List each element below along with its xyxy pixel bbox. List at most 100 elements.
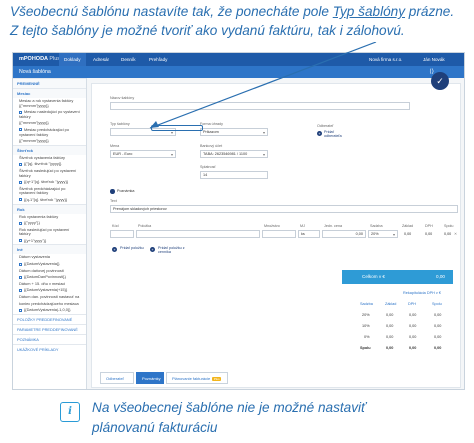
vat-tax: 0,00 — [409, 335, 417, 339]
vat-base: 0,00 — [386, 324, 394, 328]
tab-planovanie[interactable]: Plánovanie fakturácie Plus — [166, 372, 228, 384]
sidebar-link-parametre[interactable]: PARAMETRE PREDDEFINOVANÉ — [13, 323, 86, 334]
vat-base: 0,00 — [386, 335, 394, 339]
vat-rate: 10% — [362, 324, 370, 328]
vat-rate: 0% — [364, 335, 370, 339]
item-mnozstvo-input[interactable] — [262, 230, 296, 238]
caption-line2: Z tejto šablóny je možné tvoriť ako vyda… — [10, 23, 405, 38]
copy-icon[interactable] — [19, 198, 22, 202]
list-item: Mesiac a rok vystavenia faktúry {{"mmmm"… — [19, 98, 74, 108]
nav-adresar[interactable]: Adresár — [88, 53, 114, 66]
tab-odberatel[interactable]: Odberateľ — [100, 372, 134, 384]
sidebar-group-rok: Rok — [13, 203, 86, 214]
tab-poznamky[interactable]: Poznámky — [136, 372, 164, 384]
vat-tax: 0,00 — [409, 324, 417, 328]
list-item: koniec predchádzajúceho mesiaca — [19, 300, 79, 306]
list-item: Rok nasledujúci po vystavení faktúry — [19, 226, 70, 237]
list-item[interactable]: {{y+1"yyyy"}} — [13, 238, 86, 245]
sidebar-link-priklady[interactable]: UKÁŽKOVÉ PRÍKLADY — [13, 343, 86, 354]
save-button[interactable]: ✓ — [431, 72, 449, 90]
copy-icon[interactable] — [19, 180, 22, 184]
delete-icon[interactable]: ✕ — [454, 232, 457, 236]
copy-icon[interactable] — [19, 162, 22, 166]
caption-line1: Všeobecnú šablónu nastavíte tak, že pone… — [10, 4, 333, 19]
add-item-pricelist-button[interactable]: + — [150, 247, 155, 252]
vat-col-spolu: Spolu — [432, 302, 442, 306]
list-item[interactable]: {{DatumVystavenia}} — [13, 261, 86, 268]
list-item[interactable]: {{q+1"[q]. štvrťrok "|yyyy}} — [13, 179, 86, 186]
chevron-down-icon: ▾ — [262, 152, 265, 157]
col-polozka: Položka — [138, 224, 152, 228]
text-input[interactable]: Prenájom skladových priestorov — [110, 205, 458, 213]
user-name[interactable]: Ján Novák — [423, 53, 445, 66]
ucet-label: Bankový účet — [200, 144, 223, 148]
app-logo: mPOHODA Plus — [19, 56, 61, 62]
mena-label: Mena — [110, 144, 120, 148]
list-item[interactable]: {{q-1"[q]. štvrťrok "|yyyy}} — [13, 197, 86, 204]
col-dph: DPH — [425, 224, 433, 228]
pointer-arrow — [149, 42, 377, 129]
info-icon: i — [60, 402, 80, 422]
list-item: {{"mmmm"|yyyy}} — [19, 138, 49, 144]
item-sadzba-select[interactable]: 20% ▾ — [368, 230, 398, 238]
vat-col-zaklad: Základ — [385, 302, 397, 306]
col-cena: Jedn. cena — [324, 224, 343, 228]
add-item-pricelist-label[interactable]: Pridať položku z cenníka — [158, 246, 194, 254]
splatnost-label: Splatnosť — [200, 165, 216, 169]
list-item[interactable]: Mesiac predchádzajúci po vystavení faktú… — [13, 127, 86, 138]
item-mj-input[interactable]: ks — [298, 230, 320, 238]
col-kod: Kód — [112, 224, 119, 228]
vat-total: 0,00 — [434, 313, 442, 317]
total-bar: Celkom v € 0,00 — [342, 270, 453, 284]
top-caption: Všeobecnú šablónu nastavíte tak, že pone… — [10, 2, 470, 40]
vat-total: 0,00 — [434, 346, 442, 350]
copy-icon[interactable] — [19, 262, 22, 266]
plus-badge: Plus — [212, 376, 222, 381]
list-item[interactable]: {{DatumVystavenia|-1,0,0}} — [13, 307, 86, 314]
nav-doklady[interactable]: Doklady — [59, 53, 86, 66]
copy-icon[interactable] — [19, 288, 22, 292]
note-toggle[interactable] — [110, 189, 115, 194]
note-label: Poznámka — [117, 189, 135, 193]
add-item-button[interactable]: + — [112, 247, 117, 252]
item-dph: 0,00 — [425, 232, 433, 236]
caption-line1-end: prázne. — [405, 4, 455, 19]
sidebar-link-poznamka[interactable]: POZNÁMKA — [13, 333, 86, 344]
item-spolu: 0,00 — [444, 232, 452, 236]
splatnost-input[interactable]: 14 — [200, 171, 268, 179]
bottom-caption: Na všeobecnej šablóne nie je možné nasta… — [92, 398, 452, 438]
copy-icon[interactable] — [19, 221, 22, 225]
item-polozka-input[interactable] — [136, 230, 260, 238]
list-item[interactable]: {{DatumDanPovinnosti}} — [13, 274, 86, 281]
check-icon: ✓ — [436, 76, 444, 86]
add-item-label[interactable]: Pridať položku — [120, 246, 144, 250]
window-title: Nová šablóna — [19, 69, 51, 75]
sidebar-link-polozky[interactable]: POLOŽKY PREDDEFINOVANÉ — [13, 313, 86, 324]
vat-col-dph: DPH — [408, 302, 417, 306]
nav-dennik[interactable]: Denník — [116, 53, 141, 66]
col-mj: MJ — [300, 224, 305, 228]
bottom-caption-line2: plánovanú fakturáciu — [92, 420, 218, 435]
list-item: Dátum dan. povinnosti nastavuť na — [19, 294, 80, 300]
copy-icon[interactable] — [19, 308, 22, 312]
list-item[interactable]: {{DatumVystavenia|+15}} — [13, 287, 86, 294]
sidebar-group-stvrtrok: Štvrťrok — [13, 144, 86, 155]
col-sadzba: Sadzba — [370, 224, 383, 228]
list-item: Rok vystavenia faktúry — [19, 213, 59, 219]
copy-icon[interactable] — [19, 239, 22, 243]
item-kod-input[interactable] — [110, 230, 134, 238]
copy-icon[interactable] — [19, 275, 22, 279]
item-cena-input[interactable]: 0,00 — [322, 230, 366, 238]
list-item: Dátum vystavenia — [19, 254, 50, 260]
list-item[interactable]: Mesiac nasledujúci po vystavení faktúry — [13, 109, 86, 120]
list-item[interactable]: {{"yyyy"}} — [13, 220, 86, 227]
vat-rate: 20% — [362, 313, 370, 317]
list-item[interactable]: {{"[q]. štvrťrok "|yyyy}} — [13, 161, 86, 168]
mena-select[interactable]: EUR - Euro ▾ — [110, 150, 176, 158]
list-item: Štvrťrok nasledujúci po vystavení faktúr… — [19, 167, 77, 178]
collapse-icon[interactable]: ⌃ — [440, 66, 445, 73]
list-item: Dátum + 15. dňu v mesiaci — [19, 280, 66, 286]
ucet-select[interactable]: TABA: 2623546981 / 1100 ▾ — [200, 150, 268, 158]
vat-recap-link[interactable]: Rekapitulácia DPH v € — [403, 291, 441, 295]
sidebar-group-ine: Iné — [13, 244, 86, 255]
